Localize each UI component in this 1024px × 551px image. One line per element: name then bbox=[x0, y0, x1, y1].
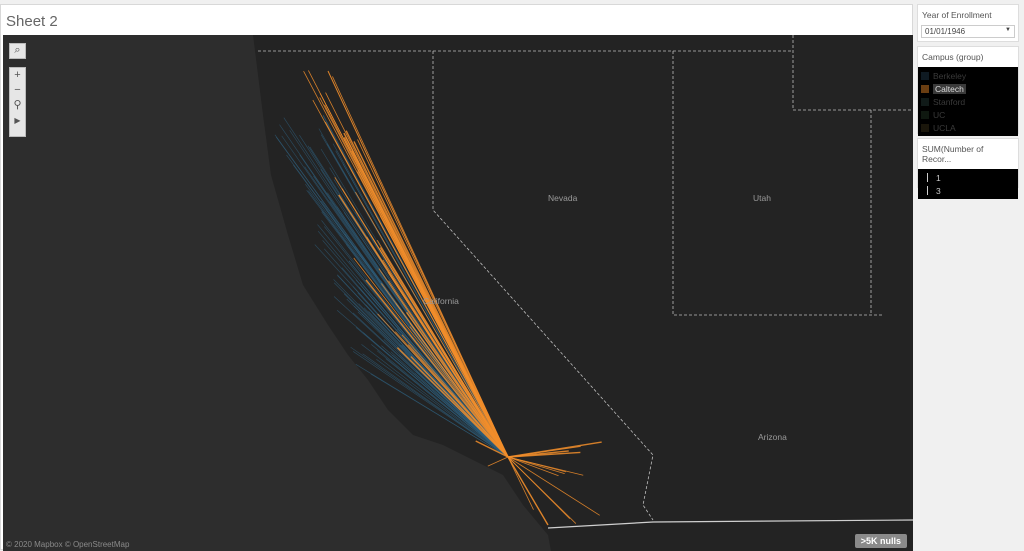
map-view[interactable]: Nevada Utah California Arizona ⌕ + − ⚲ ▶… bbox=[3, 35, 913, 551]
size-legend-title: SUM(Number of Recor... bbox=[922, 144, 984, 164]
campus-legend: Campus (group) Berkeley Caltech Stanford UC… bbox=[917, 46, 1019, 136]
legend-swatch bbox=[921, 97, 929, 106]
legend-label: Berkeley bbox=[933, 70, 967, 81]
size-label: 1 bbox=[936, 172, 941, 183]
map-attribution[interactable]: © 2020 Mapbox © OpenStreetMap bbox=[6, 540, 129, 549]
legend-item-caltech[interactable]: Caltech bbox=[921, 82, 1015, 95]
campus-legend-title: Campus (group) bbox=[922, 52, 984, 62]
pin-icon[interactable]: ⚲ bbox=[10, 98, 25, 113]
year-filter-title: Year of Enrollment bbox=[922, 10, 992, 20]
zoom-out-button[interactable]: − bbox=[10, 83, 25, 98]
state-label-arizona: Arizona bbox=[758, 432, 787, 442]
legend-item-ucla[interactable]: UCLA bbox=[921, 121, 1015, 134]
size-legend-item: 3 bbox=[921, 184, 1015, 197]
land-mass bbox=[253, 35, 913, 551]
legend-swatch bbox=[921, 110, 929, 119]
worksheet: Sheet 2 Nevada Utah California Arizona ⌕… bbox=[0, 4, 913, 551]
legend-item-berkeley[interactable]: Berkeley bbox=[921, 69, 1015, 82]
year-filter-dropdown[interactable]: 01/01/1946 ▼ bbox=[921, 25, 1015, 38]
size-label: 3 bbox=[936, 185, 941, 196]
legend-item-stanford[interactable]: Stanford bbox=[921, 95, 1015, 108]
map-canvas bbox=[253, 35, 913, 551]
legend-swatch bbox=[921, 71, 929, 80]
state-label-nevada: Nevada bbox=[548, 193, 578, 203]
legend-item-uc[interactable]: UC bbox=[921, 108, 1015, 121]
year-filter-card: Year of Enrollment 01/01/1946 ▼ bbox=[917, 4, 1019, 42]
sheet-title: Sheet 2 bbox=[6, 13, 58, 30]
legend-label: UCLA bbox=[933, 122, 956, 133]
state-label-utah: Utah bbox=[753, 193, 771, 203]
size-legend-item: 1 bbox=[921, 171, 1015, 184]
size-mark bbox=[927, 186, 928, 195]
legend-label: UC bbox=[933, 109, 946, 120]
chevron-down-icon: ▼ bbox=[1005, 27, 1011, 33]
zoom-in-button[interactable]: + bbox=[10, 68, 25, 83]
nulls-indicator[interactable]: >5K nulls bbox=[854, 534, 907, 548]
state-label-california: California bbox=[423, 296, 459, 306]
expand-toolbar-button[interactable]: ▶ bbox=[10, 113, 25, 128]
year-filter-value: 01/01/1946 bbox=[925, 27, 966, 36]
search-icon: ⌕ bbox=[14, 44, 21, 56]
size-legend: SUM(Number of Recor... 1 3 bbox=[917, 138, 1019, 199]
legend-swatch bbox=[921, 84, 929, 93]
size-mark bbox=[927, 173, 928, 182]
legend-label: Caltech bbox=[933, 83, 966, 94]
legend-label: Stanford bbox=[933, 96, 966, 107]
legend-swatch bbox=[921, 123, 929, 132]
map-toolbar: + − ⚲ ▶ bbox=[9, 67, 26, 137]
search-map-button[interactable]: ⌕ bbox=[9, 43, 26, 59]
